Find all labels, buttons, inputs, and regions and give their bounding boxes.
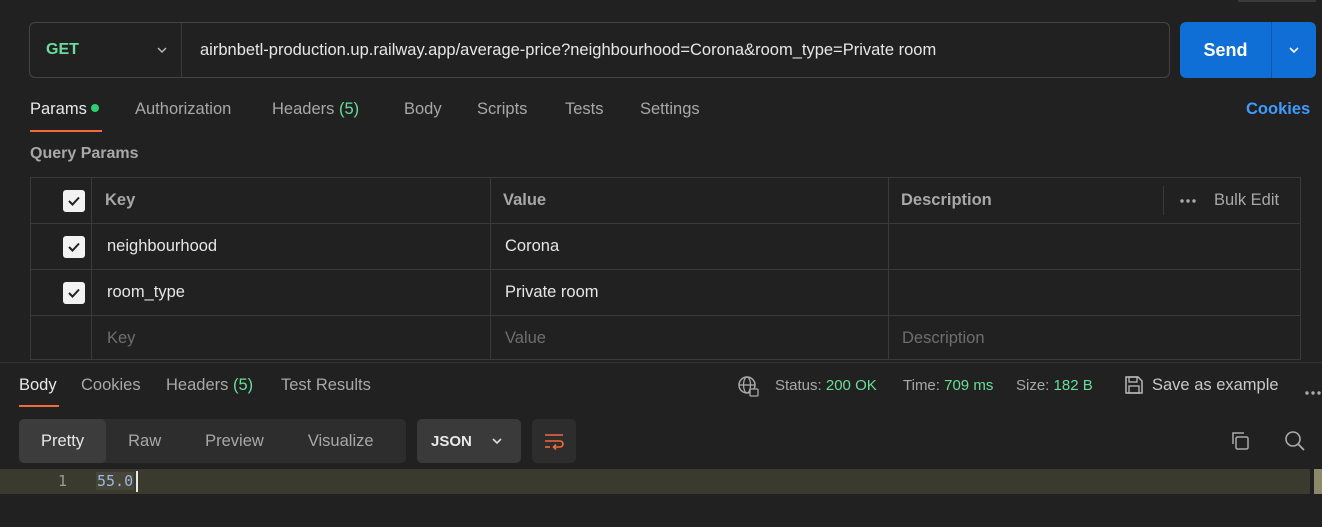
tab-scripts[interactable]: Scripts <box>477 100 527 122</box>
response-tab-cookies[interactable]: Cookies <box>81 376 141 395</box>
checkbox[interactable] <box>63 189 85 212</box>
row-checkbox[interactable] <box>51 224 85 269</box>
chevron-down-icon <box>1289 47 1299 54</box>
save-as-example-label: Save as example <box>1152 375 1279 394</box>
size-label: Size: <box>1016 377 1050 394</box>
tab-params-label: Params <box>30 100 87 118</box>
bulk-edit-button[interactable]: Bulk Edit <box>1202 178 1279 223</box>
view-preview-button[interactable]: Preview <box>183 419 286 463</box>
response-tab-headers[interactable]: Headers (5) <box>166 376 253 395</box>
param-key-field[interactable]: neighbourhood <box>95 224 217 269</box>
search-button[interactable] <box>1284 430 1306 457</box>
check-icon <box>68 242 80 252</box>
method-label: GET <box>46 41 79 58</box>
time-info[interactable]: Time: 709 ms <box>903 377 993 394</box>
send-button-group[interactable]: Send <box>1180 22 1316 78</box>
view-visualize-button[interactable]: Visualize <box>286 419 396 463</box>
tab-authorization[interactable]: Authorization <box>135 100 231 122</box>
send-button[interactable]: Send <box>1180 22 1272 78</box>
check-icon <box>68 196 80 206</box>
tab-active-indicator <box>30 130 102 132</box>
response-tab-indicator <box>19 405 59 407</box>
wrap-lines-button[interactable] <box>532 419 576 463</box>
format-label: JSON <box>431 432 472 450</box>
ellipsis-icon <box>1180 198 1196 203</box>
search-icon <box>1285 431 1305 451</box>
response-more-button[interactable] <box>1304 383 1322 401</box>
copy-icon <box>1232 432 1249 450</box>
new-value-field[interactable]: Value <box>493 316 546 361</box>
view-pretty-button[interactable]: Pretty <box>19 419 107 463</box>
url-input[interactable]: airbnbetl-production.up.railway.app/aver… <box>200 23 936 77</box>
copy-button[interactable] <box>1229 430 1251 457</box>
view-mode-group: Pretty Raw Preview Visualize <box>19 419 406 463</box>
table-row: neighbourhood Corona <box>31 224 1300 270</box>
tab-headers[interactable]: Headers (5) <box>272 100 359 122</box>
status-label: Status: <box>775 377 822 394</box>
response-headers-label: Headers <box>166 376 229 394</box>
header-key: Key <box>105 191 136 209</box>
save-as-example-button[interactable]: Save as example <box>1124 375 1279 395</box>
checkbox[interactable] <box>63 281 85 304</box>
response-body-text[interactable]: 55.0 <box>96 472 135 490</box>
checkbox[interactable] <box>63 235 85 258</box>
size-info[interactable]: Size: 182 B <box>1016 377 1093 394</box>
status-value: 200 OK <box>825 377 877 394</box>
scrollbar-marker[interactable] <box>1314 469 1322 494</box>
column-divider <box>1163 186 1164 215</box>
table-header-row: Key Value Description Bulk Edit <box>31 178 1300 224</box>
query-params-title: Query Params <box>30 145 139 162</box>
tab-body[interactable]: Body <box>404 100 442 122</box>
text-caret <box>136 471 138 492</box>
response-headers-count: (5) <box>232 376 254 394</box>
header-description: Description <box>901 191 992 209</box>
params-active-dot <box>90 104 99 112</box>
status-info[interactable]: Status: 200 OK <box>775 377 877 394</box>
format-dropdown[interactable]: JSON <box>417 419 521 463</box>
more-options-button[interactable] <box>1167 178 1197 223</box>
tab-tests[interactable]: Tests <box>565 100 604 122</box>
tab-settings[interactable]: Settings <box>640 100 700 122</box>
query-params-table: Key Value Description Bulk Edit neighbou… <box>30 177 1301 360</box>
response-tab-body[interactable]: Body <box>19 376 57 395</box>
url-bar[interactable]: GET airbnbetl-production.up.railway.app/… <box>29 22 1170 78</box>
tab-headers-label: Headers <box>272 100 335 118</box>
response-tab-test-results[interactable]: Test Results <box>281 376 371 395</box>
header-value: Value <box>503 191 547 209</box>
check-icon <box>68 288 80 298</box>
top-border-strip <box>1238 0 1316 2</box>
ellipsis-icon <box>1305 391 1321 395</box>
row-checkbox[interactable] <box>51 270 85 315</box>
view-raw-button[interactable]: Raw <box>106 419 183 463</box>
param-key-field[interactable]: room_type <box>95 270 185 315</box>
cookies-link[interactable]: Cookies <box>1246 100 1310 119</box>
save-icon <box>1125 376 1143 394</box>
new-description-field[interactable]: Description <box>890 316 985 361</box>
table-row-empty: Key Value Description <box>31 316 1300 362</box>
param-value-field[interactable]: Corona <box>493 224 559 269</box>
table-row: room_type Private room <box>31 270 1300 316</box>
new-key-field[interactable]: Key <box>95 316 135 361</box>
method-selector[interactable]: GET <box>30 23 182 77</box>
active-line-highlight <box>0 469 1310 494</box>
network-globe-icon[interactable] <box>736 374 760 403</box>
send-options-button[interactable] <box>1272 22 1316 78</box>
pane-divider[interactable] <box>0 362 1322 363</box>
param-value-field[interactable]: Private room <box>493 270 599 315</box>
time-label: Time: <box>903 377 940 394</box>
chevron-down-icon <box>492 438 502 445</box>
size-value: 182 B <box>1053 377 1093 394</box>
headers-count: (5) <box>338 100 360 118</box>
line-number: 1 <box>58 472 68 490</box>
select-all-checkbox[interactable] <box>51 178 85 223</box>
time-value: 709 ms <box>944 377 994 394</box>
globe-icon <box>738 376 759 397</box>
tab-params[interactable]: Params <box>30 100 99 122</box>
wrap-lines-icon <box>545 434 564 450</box>
chevron-down-icon <box>157 47 167 53</box>
